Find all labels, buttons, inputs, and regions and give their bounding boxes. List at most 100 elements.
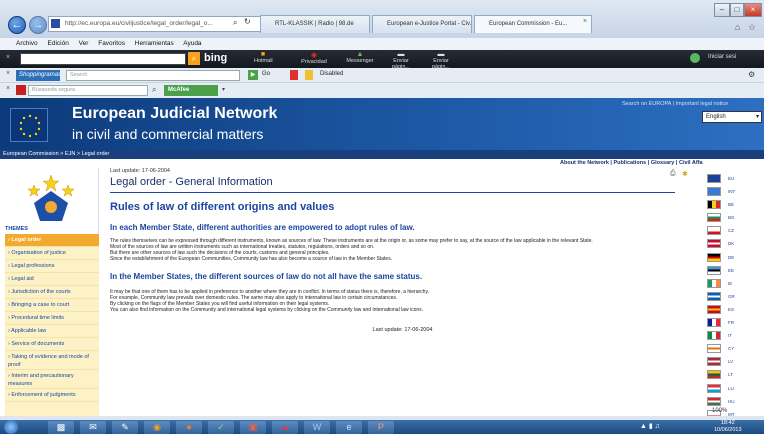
- nav-publications[interactable]: Publications: [614, 160, 647, 166]
- clock[interactable]: 18:42 10/06/2013: [714, 420, 742, 433]
- close-toolbar3-icon[interactable]: ×: [6, 85, 10, 92]
- tab-european-commission[interactable]: European Commission - Eu...: [474, 15, 592, 33]
- close-window-button[interactable]: ×: [744, 3, 762, 17]
- flag-it[interactable]: IT: [707, 331, 732, 341]
- acrobat-taskbar-icon[interactable]: ▲: [272, 421, 298, 434]
- theme-enforcement[interactable]: › Enforcement of judgments: [5, 389, 99, 402]
- flag-es[interactable]: ES: [707, 304, 734, 314]
- menu-favoritos[interactable]: Favoritos: [98, 40, 125, 47]
- outlook-taskbar-icon[interactable]: ✉: [80, 421, 106, 434]
- sign-in-link[interactable]: Iniciar sesi: [708, 54, 736, 60]
- print-icon[interactable]: ⎙: [670, 170, 676, 178]
- go-icon[interactable]: ▶: [248, 70, 258, 80]
- flag-bg[interactable]: BG: [707, 213, 735, 223]
- privacy-label: Privacidad: [301, 59, 327, 65]
- theme-bringing-case[interactable]: › Bringing a case to court: [5, 299, 99, 312]
- flag-hu[interactable]: HU: [707, 396, 735, 406]
- go-button[interactable]: Go: [262, 71, 270, 77]
- menu-ayuda[interactable]: Ayuda: [183, 40, 201, 47]
- flag-eu[interactable]: EU: [707, 174, 734, 183]
- search-europa-link[interactable]: Search on EUROPA: [622, 101, 671, 107]
- secure-search-icon[interactable]: ⌕: [152, 85, 156, 95]
- theme-interim-measures[interactable]: › Interim and precautionary measures: [5, 370, 99, 389]
- messenger-button[interactable]: ▲ Messenger: [346, 51, 374, 64]
- home-icon[interactable]: ⌂: [735, 22, 740, 32]
- explorer-taskbar-icon[interactable]: ▩: [48, 421, 74, 434]
- maximize-button[interactable]: □: [730, 3, 744, 17]
- office-taskbar-icon[interactable]: ▣: [240, 421, 266, 434]
- app-taskbar-icon[interactable]: ✓: [208, 421, 234, 434]
- favourite-icon[interactable]: ✱: [682, 170, 688, 178]
- mcafee-dropdown-icon[interactable]: ▾: [222, 86, 225, 93]
- back-button[interactable]: ←: [8, 16, 26, 34]
- theme-legal-professions[interactable]: › Legal professions: [5, 260, 99, 273]
- language-select[interactable]: English ▾: [702, 111, 762, 123]
- search-placeholder: Search: [70, 72, 88, 78]
- flag-label: DE: [728, 254, 735, 260]
- flag-ee[interactable]: EE: [707, 265, 734, 275]
- theme-legal-aid[interactable]: › Legal aid: [5, 273, 99, 286]
- hotmail-button[interactable]: ■ Hotmail: [254, 51, 273, 64]
- flag-lu[interactable]: LU: [707, 383, 734, 393]
- bing-search-input[interactable]: [20, 53, 186, 65]
- theme-taking-evidence[interactable]: › Taking of evidence and mode of proof: [5, 351, 99, 370]
- system-tray-icons[interactable]: ▲ ▮ ♫: [640, 422, 660, 430]
- start-button[interactable]: [4, 420, 18, 434]
- theme-applicable-law[interactable]: › Applicable law: [5, 325, 99, 338]
- search-icon[interactable]: ⌕: [233, 18, 237, 28]
- minimize-button[interactable]: –: [714, 3, 730, 17]
- powerpoint-taskbar-icon[interactable]: P: [368, 421, 394, 434]
- menu-edicion[interactable]: Edición: [48, 40, 69, 47]
- theme-jurisdiction[interactable]: › Jurisdiction of the courts: [5, 286, 99, 299]
- status-green-icon[interactable]: [690, 53, 700, 63]
- paint-taskbar-icon[interactable]: ✎: [112, 421, 138, 434]
- flag-cy[interactable]: CY: [707, 344, 734, 354]
- favorites-star-icon[interactable]: ☆: [748, 22, 756, 33]
- flag-de[interactable]: DE: [707, 252, 734, 262]
- word-taskbar-icon[interactable]: W: [304, 421, 330, 434]
- nav-about[interactable]: About the Network: [560, 160, 609, 166]
- nav-civil-affairs[interactable]: Civil Affa: [679, 160, 703, 166]
- flag-ie[interactable]: IE: [707, 278, 732, 288]
- firefox-taskbar-icon[interactable]: ●: [176, 421, 202, 434]
- hotmail-label: Hotmail: [254, 58, 273, 64]
- red-flag-icon[interactable]: [290, 70, 298, 80]
- theme-organisation-of-justice[interactable]: › Organisation of justice: [5, 247, 99, 260]
- flag-be[interactable]: BE: [707, 200, 734, 210]
- zoom-level[interactable]: 100%: [712, 408, 727, 414]
- flag-fr[interactable]: FR: [707, 318, 734, 328]
- breadcrumb[interactable]: European Commission > EJN > Legal order: [0, 150, 764, 159]
- ie-taskbar-icon[interactable]: e: [336, 421, 362, 434]
- tab-ejustice[interactable]: European e-Justice Portal - Civ...: [372, 15, 472, 33]
- bing-search-button[interactable]: ⌕: [188, 52, 200, 65]
- menu-ver[interactable]: Ver: [79, 40, 89, 47]
- menu-archivo[interactable]: Archivo: [16, 40, 38, 47]
- chrome-taskbar-icon[interactable]: ◉: [144, 421, 170, 434]
- yellow-flag-icon[interactable]: [305, 70, 313, 80]
- close-toolbar-icon[interactable]: ×: [6, 54, 10, 61]
- privacy-button[interactable]: ◉ Privacidad: [300, 51, 328, 65]
- disabled-status[interactable]: Disabled: [320, 71, 343, 77]
- refresh-icon[interactable]: ↻: [244, 17, 251, 26]
- wrench-icon[interactable]: ⚙: [748, 70, 755, 79]
- theme-service-of-documents[interactable]: › Service of documents: [5, 338, 99, 351]
- close-tab-icon[interactable]: ×: [583, 18, 587, 25]
- tab-rtl[interactable]: RTL-KLASSIK | Radio | 98.de: [260, 15, 370, 33]
- flag-lt[interactable]: LT: [707, 370, 733, 380]
- shoppingramas-search-input[interactable]: Search: [66, 70, 240, 81]
- forward-button[interactable]: →: [29, 16, 47, 34]
- menu-herramientas[interactable]: Herramientas: [135, 40, 174, 47]
- nav-glossary[interactable]: Glossary: [651, 160, 675, 166]
- flag-dk[interactable]: DK: [707, 239, 734, 249]
- legal-notice-link[interactable]: Important legal notice: [676, 101, 729, 107]
- theme-legal-order[interactable]: › Legal order: [5, 234, 99, 247]
- theme-time-limits[interactable]: › Procedural time limits: [5, 312, 99, 325]
- flag-lv[interactable]: LV: [707, 357, 733, 367]
- flag-int[interactable]: INT: [707, 187, 735, 197]
- flag-cz[interactable]: CZ: [707, 226, 734, 236]
- secure-search-input[interactable]: Búsqueda segura: [28, 85, 148, 96]
- mcafee-button[interactable]: McAfee: [164, 85, 218, 96]
- close-toolbar2-icon[interactable]: ×: [6, 70, 10, 77]
- flag-gr[interactable]: GR: [707, 291, 735, 301]
- heading-authorities: In each Member State, different authorit…: [110, 223, 415, 232]
